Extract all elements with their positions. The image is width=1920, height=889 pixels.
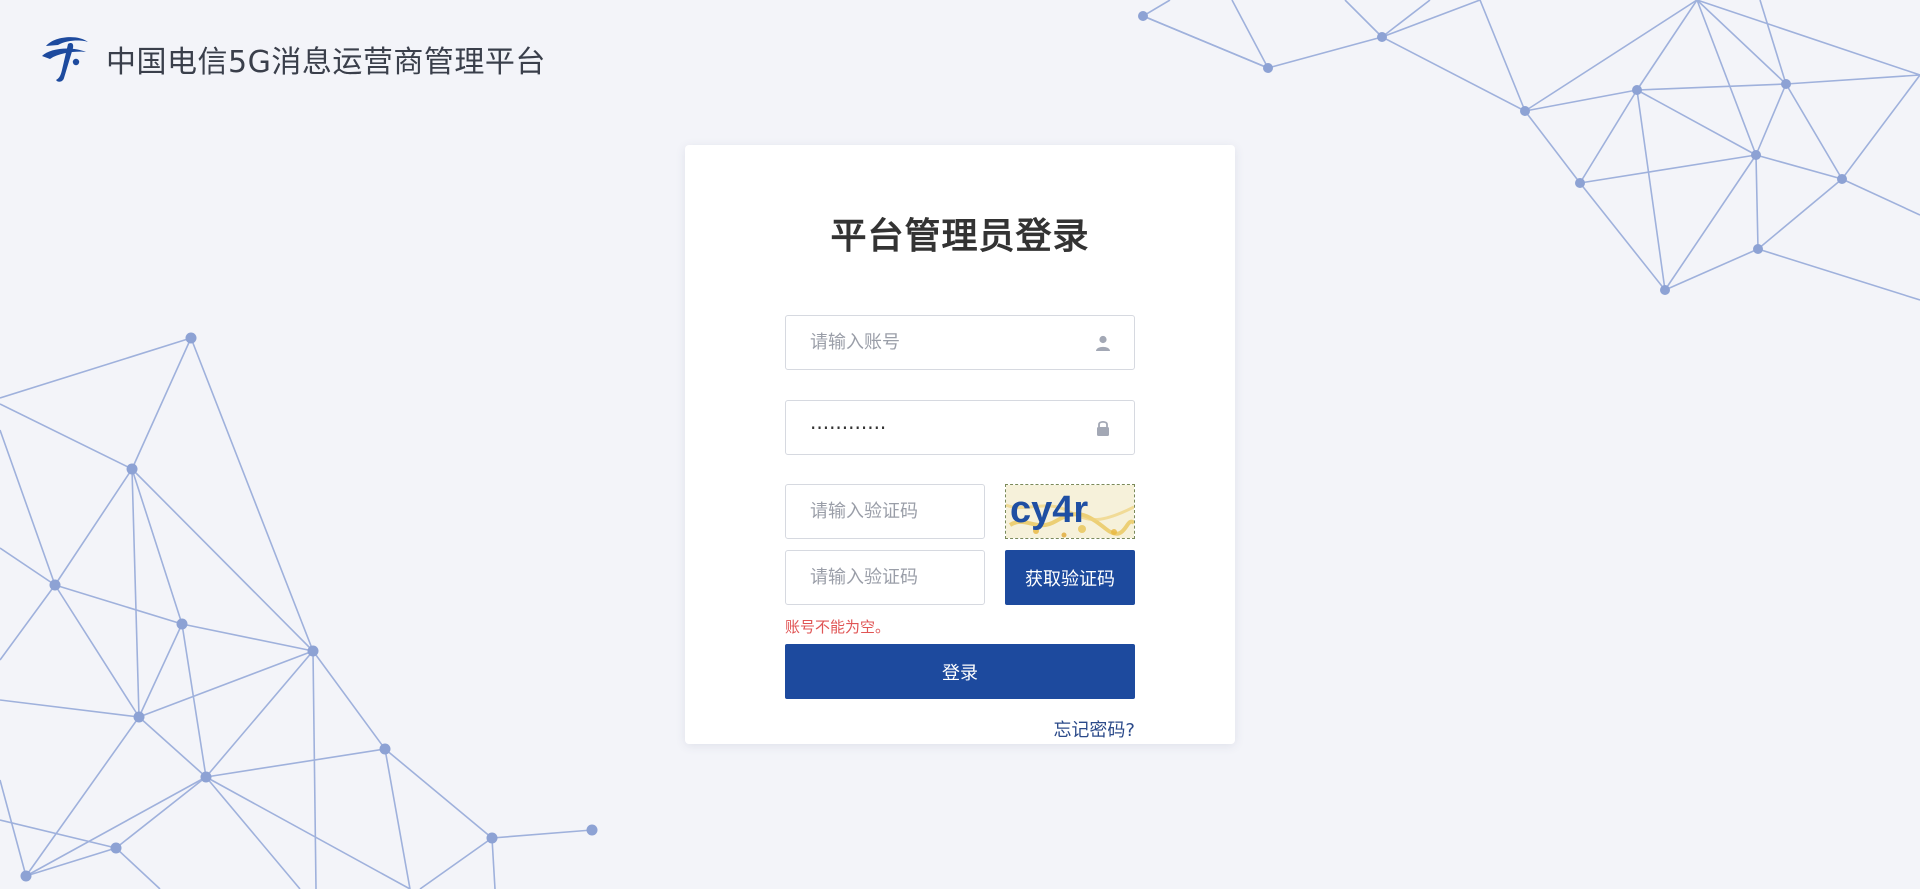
brand-header: 中国电信5G消息运营商管理平台 — [38, 32, 546, 86]
password-field[interactable] — [785, 400, 1135, 455]
forgot-password-link[interactable]: 忘记密码? — [1053, 716, 1135, 742]
brand-title: 中国电信5G消息运营商管理平台 — [106, 45, 546, 80]
china-telecom-logo-icon — [42, 37, 88, 82]
password-input[interactable] — [786, 401, 1134, 454]
login-title: 平台管理员登录 — [830, 216, 1090, 257]
get-code-button[interactable]: 获取验证码 — [1005, 550, 1135, 605]
captcha-input[interactable] — [786, 485, 984, 538]
captcha-text: cy4r — [1010, 489, 1088, 531]
error-message: 账号不能为空。 — [785, 618, 891, 636]
account-field[interactable] — [785, 315, 1135, 370]
sms-code-field[interactable] — [785, 550, 985, 605]
captcha-image-graphic: cy4r — [1006, 485, 1134, 538]
user-icon — [1096, 335, 1110, 351]
login-page: 中国电信5G消息运营商管理平台 平台管理员登录 请输入账号 ··········… — [0, 0, 1920, 889]
login-card: 平台管理员登录 请输入账号 ············ 请输入验证码 cy4r 请… — [685, 145, 1235, 744]
lock-icon — [1097, 420, 1109, 436]
captcha-field[interactable] — [785, 484, 985, 539]
captcha-image[interactable]: cy4r — [1005, 484, 1135, 539]
login-button[interactable]: 登录 — [785, 644, 1135, 699]
account-input[interactable] — [786, 316, 1134, 369]
sms-code-input[interactable] — [786, 551, 984, 604]
